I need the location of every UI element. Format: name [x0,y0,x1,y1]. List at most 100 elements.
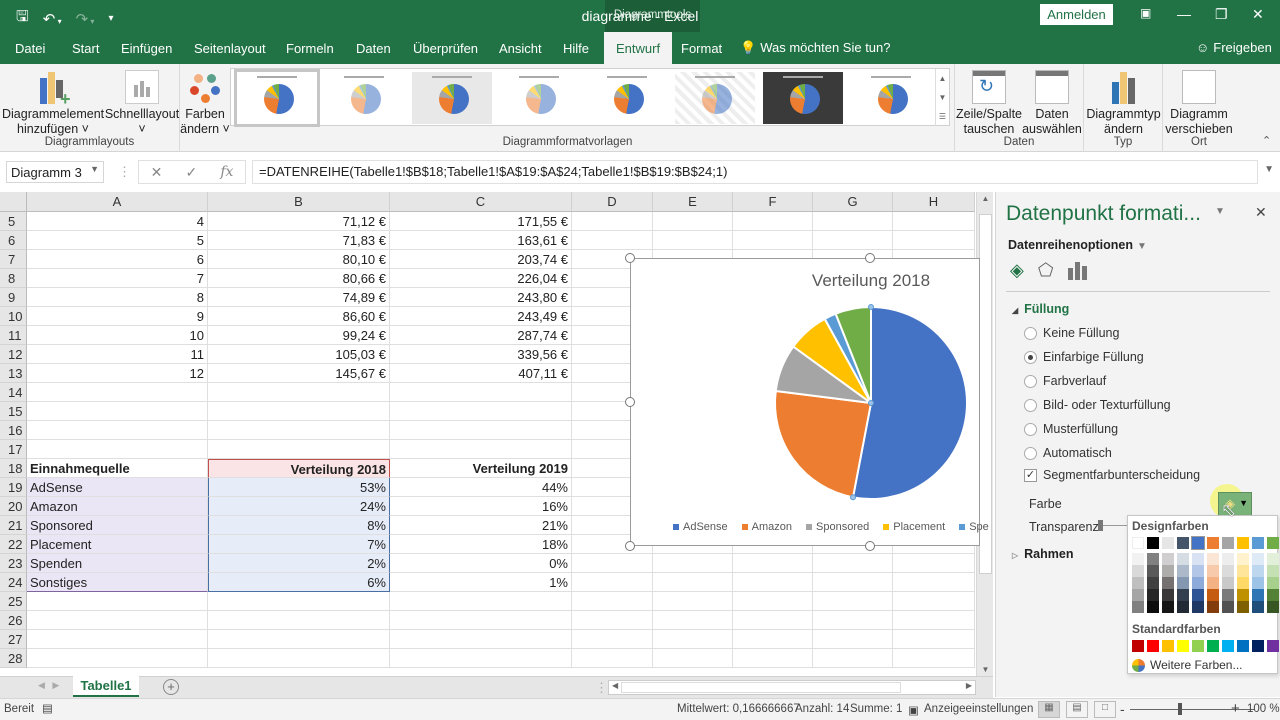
gallery-scroll-down[interactable]: ▼ [935,88,949,107]
cell-a25[interactable] [27,592,208,611]
row-header[interactable]: 16 [0,421,27,440]
pie-plot-area[interactable] [631,259,981,547]
cell-c18[interactable]: Verteilung 2019 [390,459,572,478]
cell-b24[interactable]: 6% [208,573,390,592]
cell-c7[interactable]: 203,74 € [390,250,572,269]
tab-ansicht[interactable]: Ansicht [499,32,542,64]
chart-style-8[interactable] [851,72,931,124]
column-header-d[interactable]: D [572,192,653,212]
column-header-b[interactable]: B [208,192,390,212]
cell-b16[interactable] [208,421,390,440]
scroll-up-icon[interactable]: ▲ [977,194,994,203]
cell-d6[interactable] [572,231,653,250]
shade-swatch[interactable] [1147,589,1159,601]
zoom-slider-knob[interactable] [1178,703,1182,715]
collapse-ribbon-icon[interactable]: ⌃ [1262,134,1271,147]
cell-c25[interactable] [390,592,572,611]
row-header[interactable]: 14 [0,383,27,402]
cell-a6[interactable]: 5 [27,231,208,250]
cell-e6[interactable] [653,231,733,250]
cell-c22[interactable]: 18% [390,535,572,554]
effects-icon[interactable]: ⬠ [1038,260,1054,281]
fill-option-radio[interactable]: Keine Füllung [1024,326,1119,340]
shade-swatch[interactable] [1132,565,1144,577]
hscroll-thumb[interactable] [621,682,901,693]
cell-b22[interactable]: 7% [208,535,390,554]
shade-swatch[interactable] [1147,601,1159,613]
shade-swatch[interactable] [1162,553,1174,565]
normal-view-button[interactable]: ▦ [1038,701,1060,718]
cell-b25[interactable] [208,592,390,611]
theme-color-swatch[interactable] [1237,537,1249,549]
tab-formeln[interactable]: Formeln [286,32,334,64]
row-header[interactable]: 28 [0,649,27,668]
display-settings[interactable]: Anzeigeeinstellungen [924,703,1033,715]
cell-f27[interactable] [733,630,813,649]
legend-item[interactable]: Spe [959,521,989,533]
row-header[interactable]: 21 [0,516,27,535]
shade-swatch[interactable] [1222,577,1234,589]
cell-e5[interactable] [653,212,733,231]
status-sum[interactable]: Summe: 1 [850,703,902,715]
more-colors-button[interactable]: Weitere Farben... [1132,658,1242,672]
shade-swatch[interactable] [1267,553,1279,565]
cell-c20[interactable]: 16% [390,497,572,516]
resize-handle-s[interactable] [865,541,875,551]
cell-a14[interactable] [27,383,208,402]
shade-swatch[interactable] [1192,601,1204,613]
shade-swatch[interactable] [1177,577,1189,589]
shade-swatch[interactable] [1237,553,1249,565]
cell-b26[interactable] [208,611,390,630]
row-header[interactable]: 27 [0,630,27,649]
shade-swatch[interactable] [1192,589,1204,601]
cell-c11[interactable]: 287,74 € [390,326,572,345]
insert-function-icon[interactable]: fx [220,164,233,180]
cell-c26[interactable] [390,611,572,630]
standard-color-swatch[interactable] [1222,640,1234,652]
shade-swatch[interactable] [1267,577,1279,589]
fill-option-radio[interactable]: Bild- oder Texturfüllung [1024,398,1171,412]
shade-swatch[interactable] [1132,589,1144,601]
cell-c19[interactable]: 44% [390,478,572,497]
shade-swatch[interactable] [1252,589,1264,601]
page-layout-view-button[interactable]: ▤ [1066,701,1088,718]
cell-b13[interactable]: 145,67 € [208,364,390,383]
border-section-header[interactable]: ▷ Rahmen [1012,547,1073,561]
shade-swatch[interactable] [1192,565,1204,577]
shade-swatch[interactable] [1147,553,1159,565]
cell-g24[interactable] [813,573,893,592]
theme-color-swatch[interactable] [1207,537,1219,549]
shade-swatch[interactable] [1177,565,1189,577]
radio-circle[interactable] [1024,350,1037,364]
theme-color-swatch[interactable] [1191,536,1205,550]
cell-a12[interactable]: 11 [27,345,208,364]
cell-c21[interactable]: 21% [390,516,572,535]
cell-a18[interactable]: Einnahmequelle [27,459,208,478]
standard-color-swatch[interactable] [1147,640,1159,652]
radio-circle[interactable] [1024,398,1037,412]
ribbon-display-icon[interactable]: ▣ [1140,6,1151,20]
change-chart-type-button[interactable]: Diagrammtyp ändern [1084,66,1163,137]
shade-swatch[interactable] [1267,565,1279,577]
cell-d26[interactable] [572,611,653,630]
cell-d23[interactable] [572,554,653,573]
selection-point-handle[interactable] [850,494,857,501]
standard-color-swatch[interactable] [1267,640,1279,652]
row-header[interactable]: 25 [0,592,27,611]
tell-me-search[interactable]: 💡 Was möchten Sie tun? [740,32,891,64]
row-header[interactable]: 13 [0,364,27,383]
transparency-slider-knob[interactable] [1098,520,1103,531]
cell-c15[interactable] [390,402,572,421]
row-header[interactable]: 22 [0,535,27,554]
cell-d27[interactable] [572,630,653,649]
radio-circle[interactable] [1024,422,1037,436]
cell-e28[interactable] [653,649,733,668]
cell-a27[interactable] [27,630,208,649]
standard-color-swatch[interactable] [1177,640,1189,652]
shade-swatch[interactable] [1192,577,1204,589]
chart-legend[interactable]: AdSense Amazon Sponsored Placement Spe [673,521,989,533]
vary-colors-checkbox[interactable]: ✓ Segmentfarbunterscheidung [1024,468,1200,482]
theme-color-swatch[interactable] [1132,537,1144,549]
cell-h26[interactable] [893,611,975,630]
radio-circle[interactable] [1024,374,1037,388]
